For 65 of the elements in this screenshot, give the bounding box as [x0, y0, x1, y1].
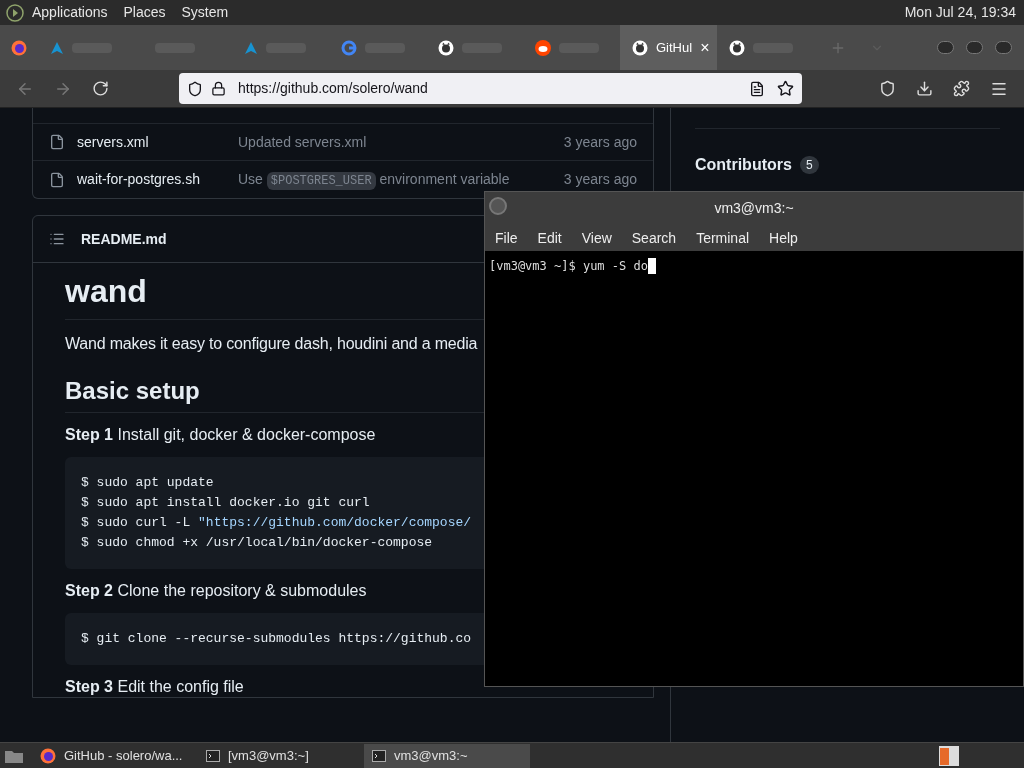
file-icon	[49, 134, 65, 150]
code-line: $ sudo apt install docker.io git curl	[81, 494, 371, 512]
clock: Mon Jul 24, 19:34	[904, 3, 1016, 22]
panel-menu[interactable]: Applications	[32, 2, 108, 23]
taskbar-button[interactable]: GitHub - solero/wa...	[32, 743, 198, 768]
step-text: Step 3 Edit the config file	[65, 677, 245, 697]
code-line: $ sudo curl -L "https://github.com/docker/compose/	[81, 514, 473, 532]
bookmark-star-icon[interactable]	[777, 80, 794, 97]
file-name[interactable]: servers.xml	[77, 131, 238, 153]
cat-logo-icon	[632, 39, 648, 56]
commit-message[interactable]: Updated servers.xml	[238, 131, 564, 153]
step-text: Step 1 Install git, docker & docker-compose	[65, 425, 377, 445]
alien-logo-icon	[535, 39, 551, 56]
terminal-menu[interactable]: View	[581, 227, 612, 249]
panel-menu[interactable]: System	[181, 2, 229, 23]
commit-age: 3 years ago	[563, 170, 637, 189]
extensions-icon[interactable]	[953, 80, 970, 97]
cat-logo-icon	[729, 39, 745, 56]
triangle-icon	[244, 40, 258, 55]
window-control-icon[interactable]	[995, 41, 1012, 54]
reader-view-icon[interactable]	[749, 80, 765, 97]
play-logo-icon	[6, 3, 24, 22]
terminal-menu[interactable]: Help	[769, 227, 798, 249]
shield-icon	[187, 80, 203, 97]
file-icon	[49, 171, 65, 188]
code-line: $ git clone --recurse-submodules https://github.co	[81, 630, 473, 648]
cat-logo-icon	[438, 39, 454, 56]
tab-title: GitHul	[656, 38, 693, 57]
pocket-icon[interactable]	[879, 80, 896, 97]
terminal-menu[interactable]: Terminal	[696, 227, 750, 249]
step-text: Step 2 Clone the repository & submodules	[65, 581, 368, 601]
fox-logo-icon	[40, 747, 56, 764]
terminal-icon	[206, 749, 220, 762]
window-control-icon[interactable]	[966, 41, 983, 54]
close-tab-button[interactable]: ×	[700, 35, 710, 60]
address-field[interactable]: https://github.com/solero/wand	[179, 73, 802, 104]
url-text: https://github.com/solero/wand	[238, 79, 429, 98]
outline-icon[interactable]	[49, 231, 65, 247]
readme-filename: README.md	[81, 229, 167, 249]
file-name[interactable]: wait-for-postgres.sh	[77, 169, 238, 190]
readme-intro: Wand makes it easy to configure dash, houdini and a media	[65, 334, 479, 354]
browser-tab[interactable]: GitHul ×	[620, 25, 717, 70]
triangle-icon	[50, 40, 64, 55]
workspace-icon[interactable]	[938, 744, 960, 767]
reload-icon[interactable]	[92, 80, 109, 97]
terminal-title: vm3@vm3:~	[714, 199, 794, 218]
commit-message[interactable]: Use $POSTGRES_USER environment variable	[238, 169, 564, 190]
window-close-icon[interactable]	[489, 197, 507, 215]
contributor-count: 5	[799, 156, 819, 174]
commit-age: 3 years ago	[563, 132, 637, 152]
terminal-icon	[372, 749, 386, 762]
taskbar-button[interactable]: [vm3@vm3:~]	[198, 743, 364, 768]
taskbar-button[interactable]: vm3@vm3:~	[364, 743, 530, 768]
window-control-icon[interactable]	[937, 41, 954, 54]
lock-icon	[211, 81, 226, 96]
contributors-heading[interactable]: Contributors	[695, 153, 792, 177]
code-line: $ sudo chmod +x /usr/local/bin/docker-compose	[81, 534, 434, 552]
fox-logo-icon	[11, 39, 27, 56]
terminal-menu[interactable]: Edit	[537, 227, 562, 249]
code-line: $ sudo apt update	[81, 474, 215, 492]
panel-menu[interactable]: Places	[123, 2, 166, 23]
g-logo-icon	[341, 39, 357, 56]
terminal-menu[interactable]: File	[495, 227, 518, 249]
download-icon[interactable]	[916, 80, 933, 97]
terminal-menu[interactable]: Search	[631, 227, 677, 249]
